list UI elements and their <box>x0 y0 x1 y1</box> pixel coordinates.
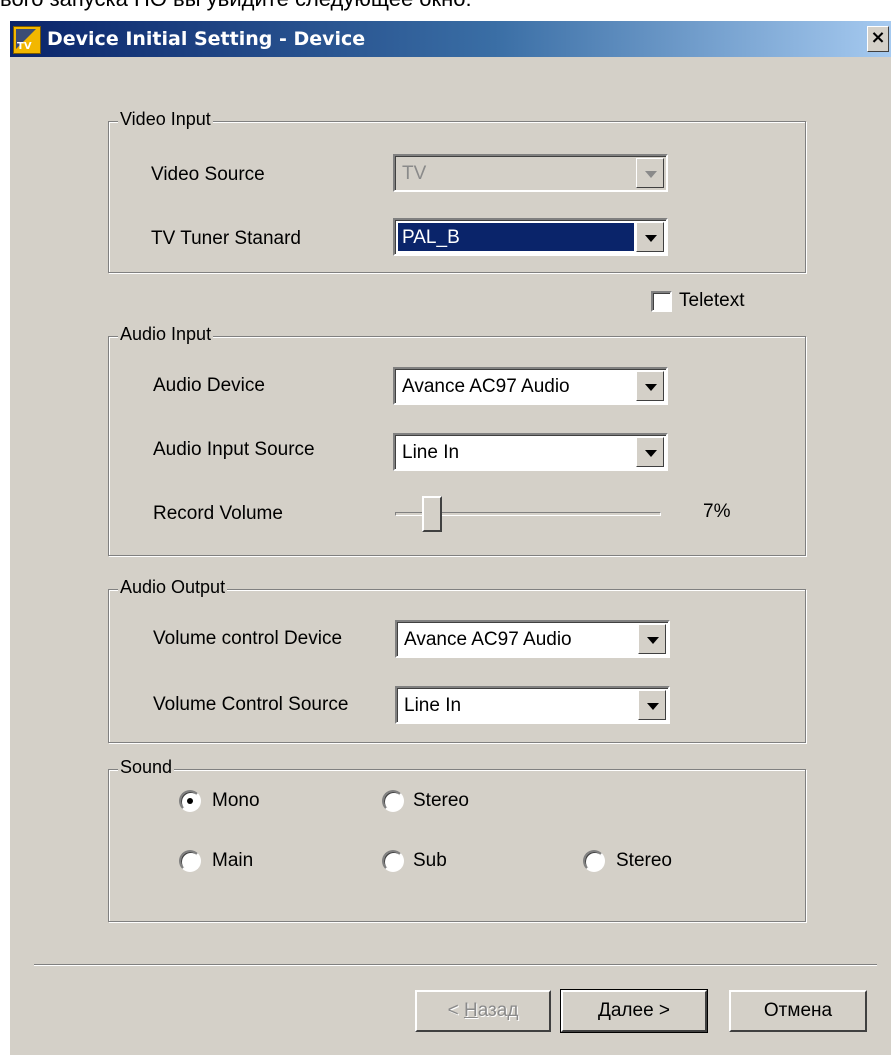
chevron-down-icon <box>638 624 666 654</box>
back-button-accel: Н <box>463 1000 478 1021</box>
volume-control-device-value: Avance AC97 Audio <box>404 629 572 650</box>
record-volume-label: Record Volume <box>153 503 283 524</box>
sound-mono-label[interactable]: Mono <box>212 790 260 812</box>
sound-stereo-alt-label[interactable]: Stereo <box>616 850 672 872</box>
close-button[interactable]: × <box>867 26 889 52</box>
audio-output-group: Audio Output Volume control Device Avanc… <box>108 577 806 743</box>
tv-tuner-standard-select[interactable]: PAL_B <box>393 218 668 256</box>
volume-control-source-label: Volume Control Source <box>153 694 349 715</box>
audio-device-select[interactable]: Avance AC97 Audio <box>393 367 668 405</box>
teletext-checkbox[interactable] <box>651 291 672 312</box>
back-button-rest: азад <box>477 1000 519 1021</box>
window-title: Device Initial Setting - Device <box>47 28 366 50</box>
chevron-down-icon <box>638 690 666 720</box>
video-source-value: TV <box>402 163 427 184</box>
sound-sub-label[interactable]: Sub <box>413 850 447 872</box>
page-caption-text: вого запуска ПО вы увидите следующее окн… <box>0 0 472 12</box>
sound-mono-radio[interactable] <box>179 790 201 812</box>
audio-device-label: Audio Device <box>153 375 265 396</box>
device-initial-setting-dialog: TV Device Initial Setting - Device × Vid… <box>9 20 891 1055</box>
page-caption: вого запуска ПО вы увидите следующее окн… <box>0 0 891 22</box>
record-volume-thumb[interactable] <box>421 496 442 532</box>
next-button[interactable]: Далее > <box>560 989 708 1033</box>
volume-control-source-select[interactable]: Line In <box>395 686 670 724</box>
chevron-down-icon <box>636 222 664 252</box>
record-volume-value: 7% <box>703 501 731 522</box>
sound-group: Sound Mono Stereo Main Sub Stereo <box>108 757 806 922</box>
volume-control-source-value: Line In <box>404 695 462 716</box>
volume-control-device-label: Volume control Device <box>153 628 343 649</box>
sound-sub-radio[interactable] <box>382 850 404 872</box>
audio-output-legend: Audio Output <box>118 577 228 598</box>
teletext-label[interactable]: Teletext <box>679 290 744 312</box>
video-input-legend: Video Input <box>118 109 213 130</box>
sound-stereo-alt-radio[interactable] <box>583 850 605 872</box>
video-input-group: Video Input Video Source TV TV Tuner Sta… <box>108 109 806 273</box>
sound-main-label[interactable]: Main <box>212 850 253 872</box>
video-source-label: Video Source <box>151 164 265 185</box>
audio-device-value: Avance AC97 Audio <box>402 376 570 397</box>
tv-app-icon: TV <box>13 26 41 54</box>
audio-input-source-select[interactable]: Line In <box>393 433 668 471</box>
audio-input-legend: Audio Input <box>118 324 214 345</box>
close-icon: × <box>870 27 886 48</box>
title-bar[interactable]: TV Device Initial Setting - Device × <box>10 21 891 57</box>
audio-input-group: Audio Input Audio Device Avance AC97 Aud… <box>108 324 806 556</box>
footer-separator <box>34 964 877 966</box>
back-button[interactable]: < Назад <box>415 990 551 1032</box>
chevron-down-icon <box>636 371 664 401</box>
sound-stereo-label[interactable]: Stereo <box>413 790 469 812</box>
sound-legend: Sound <box>118 757 175 778</box>
cancel-button[interactable]: Отмена <box>729 990 867 1032</box>
chevron-down-icon <box>636 437 664 467</box>
back-button-prefix: < <box>447 1000 464 1021</box>
audio-input-source-label: Audio Input Source <box>153 439 315 460</box>
tv-tuner-standard-value: PAL_B <box>398 223 634 251</box>
sound-stereo-radio[interactable] <box>382 790 404 812</box>
sound-main-radio[interactable] <box>179 850 201 872</box>
volume-control-device-select[interactable]: Avance AC97 Audio <box>395 620 670 658</box>
tv-tuner-standard-label: TV Tuner Stanard <box>151 228 301 249</box>
video-source-select[interactable]: TV <box>393 154 668 192</box>
app-icon-text: TV <box>17 41 32 52</box>
chevron-down-icon <box>636 158 664 188</box>
audio-input-source-value: Line In <box>402 442 460 463</box>
